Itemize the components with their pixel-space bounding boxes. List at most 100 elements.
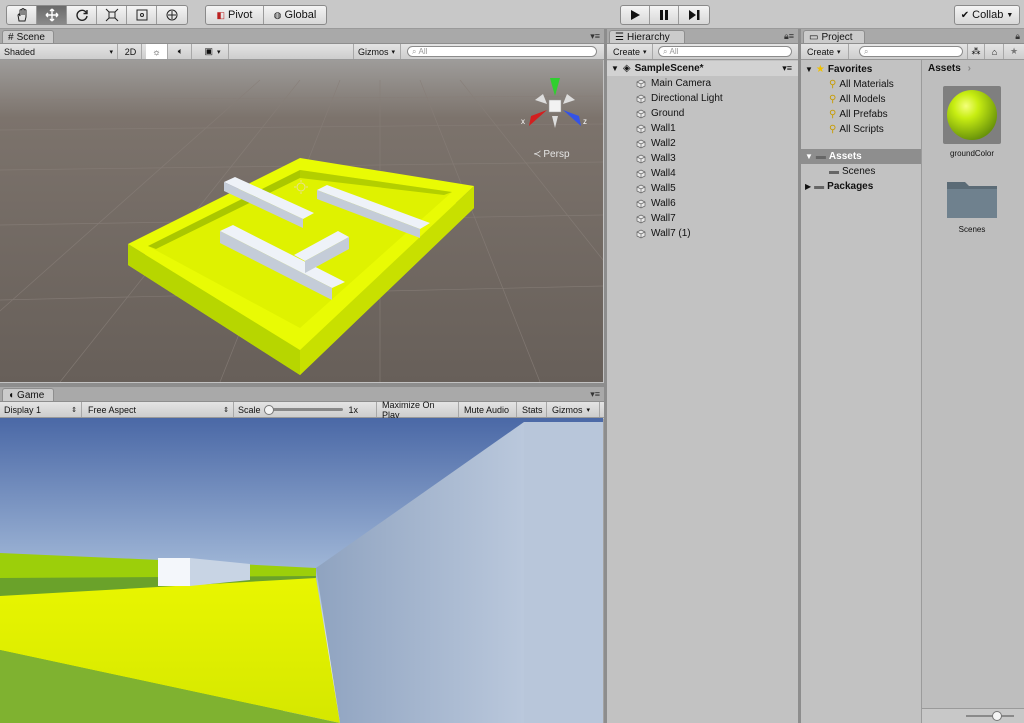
packages-folder-row[interactable]: ▶ ▬ Packages [801, 179, 921, 194]
list-item[interactable]: Ground [607, 106, 798, 121]
list-item[interactable]: Wall4 [607, 166, 798, 181]
dropdown-arrow-icon: ▾ [586, 406, 591, 414]
effects-dropdown[interactable]: ▣ ▾ [197, 44, 229, 59]
hierarchy-search-field[interactable]: ⌕ All [658, 46, 792, 57]
packages-label: Packages [827, 181, 874, 192]
assets-label: Assets [828, 151, 862, 162]
play-button[interactable] [621, 6, 650, 24]
folder-icon: ▬ [815, 151, 826, 162]
panel-divider[interactable] [604, 29, 607, 723]
list-icon: ☰ [615, 31, 624, 43]
project-search-field[interactable]: ⌕ [859, 46, 963, 57]
move-tool-button[interactable] [37, 6, 67, 24]
item-label: Wall2 [651, 138, 676, 149]
list-item[interactable]: Wall5 [607, 181, 798, 196]
scale-slider[interactable]: Scale 1x [234, 402, 377, 417]
dropdown-arrow-icon: ▾ [217, 48, 221, 56]
pivot-button[interactable]: ◧ Pivot [206, 6, 264, 24]
maximize-label: Maximize On Play [382, 399, 435, 420]
list-item[interactable]: ⚲ All Prefabs [801, 107, 921, 122]
hand-icon [16, 8, 26, 22]
list-item[interactable]: Wall7 [607, 211, 798, 226]
hand-tool-button[interactable] [7, 6, 37, 24]
scale-tool-button[interactable] [97, 6, 127, 24]
list-item[interactable]: Wall7 (1) [607, 226, 798, 241]
pause-button[interactable] [650, 6, 679, 24]
scene-root-row[interactable]: ▼ ◈ SampleScene* ▾≡ [607, 61, 798, 76]
list-item[interactable]: ⚲ All Materials [801, 77, 921, 92]
filter-by-type-button[interactable]: ⁂ [967, 44, 985, 59]
stats-toggle[interactable]: Stats [518, 402, 547, 417]
rect-tool-button[interactable] [127, 6, 157, 24]
display-dropdown[interactable]: Display 1 ⇕ [0, 402, 82, 417]
game-viewport[interactable] [0, 418, 603, 723]
scene-tab-label: Scene [16, 31, 45, 43]
step-button[interactable] [679, 6, 709, 24]
slider-thumb[interactable] [263, 405, 274, 415]
shading-mode-dropdown[interactable]: Shaded ▾ [0, 44, 118, 59]
transform-tool-button[interactable] [157, 6, 187, 24]
folder-icon [947, 182, 997, 218]
scenes-folder-row[interactable]: ▬ Scenes [801, 164, 921, 179]
panel-menu-icon[interactable]: ▾≡ [590, 389, 600, 400]
audio-toggle[interactable]: 🔈︎ [170, 44, 192, 59]
tab-hierarchy[interactable]: ☰ Hierarchy [609, 30, 685, 43]
aspect-dropdown[interactable]: Free Aspect ⇕ [84, 402, 234, 417]
favorites-button[interactable]: ★ [1005, 44, 1023, 59]
list-item[interactable]: ⚲ All Models [801, 92, 921, 107]
favorites-row[interactable]: ▼ ★ Favorites [801, 62, 921, 77]
tab-scene[interactable]: # Scene [2, 30, 54, 43]
slider-track[interactable] [263, 405, 343, 415]
project-create-dropdown[interactable]: Create ▾ [803, 44, 849, 59]
gameobject-cube-icon [636, 94, 646, 103]
breadcrumb-assets[interactable]: Assets [928, 63, 961, 74]
play-icon [631, 10, 640, 20]
list-item[interactable]: Wall1 [607, 121, 798, 136]
perspective-label[interactable]: ≺ Persp [533, 149, 570, 160]
expand-triangle-icon: ▶ [805, 182, 812, 191]
list-item[interactable]: Wall2 [607, 136, 798, 151]
icon-size-slider-thumb[interactable] [992, 711, 1002, 721]
lock-icon[interactable]: 🔒︎ [1015, 31, 1020, 42]
scene-viewport[interactable]: x z ≺ Persp [0, 60, 603, 382]
rotate-tool-button[interactable] [67, 6, 97, 24]
list-item[interactable]: Directional Light [607, 91, 798, 106]
hierarchy-panel: ☰ Hierarchy 🔒︎≡ Create ▾ ⌕ All ▼ ◈ Sampl… [607, 29, 798, 723]
scene-control-bar: Shaded ▾ 2D ☼ 🔈︎ ▣ ▾ Gizmos ▾ ⌕ All [0, 44, 604, 60]
tab-game[interactable]: ◖ Game [2, 388, 54, 401]
mute-audio-toggle[interactable]: Mute Audio [460, 402, 517, 417]
global-button[interactable]: ◍ Global [264, 6, 326, 24]
maximize-on-play-toggle[interactable]: Maximize On Play [378, 399, 459, 420]
game-gizmos-dropdown[interactable]: Gizmos ▾ [548, 402, 600, 417]
tab-project[interactable]: ▭ Project [803, 30, 865, 43]
scene-gizmos-dropdown[interactable]: Gizmos ▾ [353, 44, 401, 59]
asset-scenes-folder[interactable]: Scenes [942, 172, 1002, 234]
hierarchy-create-dropdown[interactable]: Create ▾ [609, 44, 653, 59]
panel-divider[interactable] [0, 383, 604, 387]
collab-dropdown[interactable]: ✔ Collab ▼ [954, 5, 1020, 25]
filter-by-label-button[interactable]: ⌂ [986, 44, 1004, 59]
panel-divider[interactable] [798, 29, 801, 723]
panel-menu-icon[interactable]: ▾≡ [590, 31, 600, 42]
lighting-toggle[interactable]: ☼ [146, 44, 168, 59]
list-item[interactable]: Wall6 [607, 196, 798, 211]
list-item[interactable]: ⚲ All Scripts [801, 122, 921, 137]
list-item[interactable]: Main Camera [607, 76, 798, 91]
mode-2d-toggle[interactable]: 2D [120, 44, 142, 59]
collab-button[interactable]: ✔ Collab ▼ [955, 6, 1019, 24]
list-item[interactable]: Wall3 [607, 151, 798, 166]
assets-folder-row[interactable]: ▼ ▬ Assets [801, 149, 921, 164]
star-icon: ★ [815, 64, 825, 75]
scene-menu-icon[interactable]: ▾≡ [782, 63, 792, 74]
mute-label: Mute Audio [464, 404, 510, 415]
play-controls [620, 5, 710, 25]
lock-icon[interactable]: 🔒︎≡ [784, 31, 794, 42]
asset-groundcolor[interactable]: groundColor [942, 86, 1002, 158]
scene-search-field[interactable]: ⌕ All [407, 46, 597, 57]
aspect-label: Free Aspect [88, 404, 137, 415]
search-icon: ⌕ [864, 46, 869, 56]
speaker-icon: 🔈︎ [177, 46, 184, 56]
icon-size-slider-track[interactable] [966, 715, 1014, 717]
game-control-bar: Display 1 ⇕ Free Aspect ⇕ Scale 1x Maxim… [0, 399, 604, 420]
scene-tabbar: # Scene ▾≡ [0, 29, 604, 44]
